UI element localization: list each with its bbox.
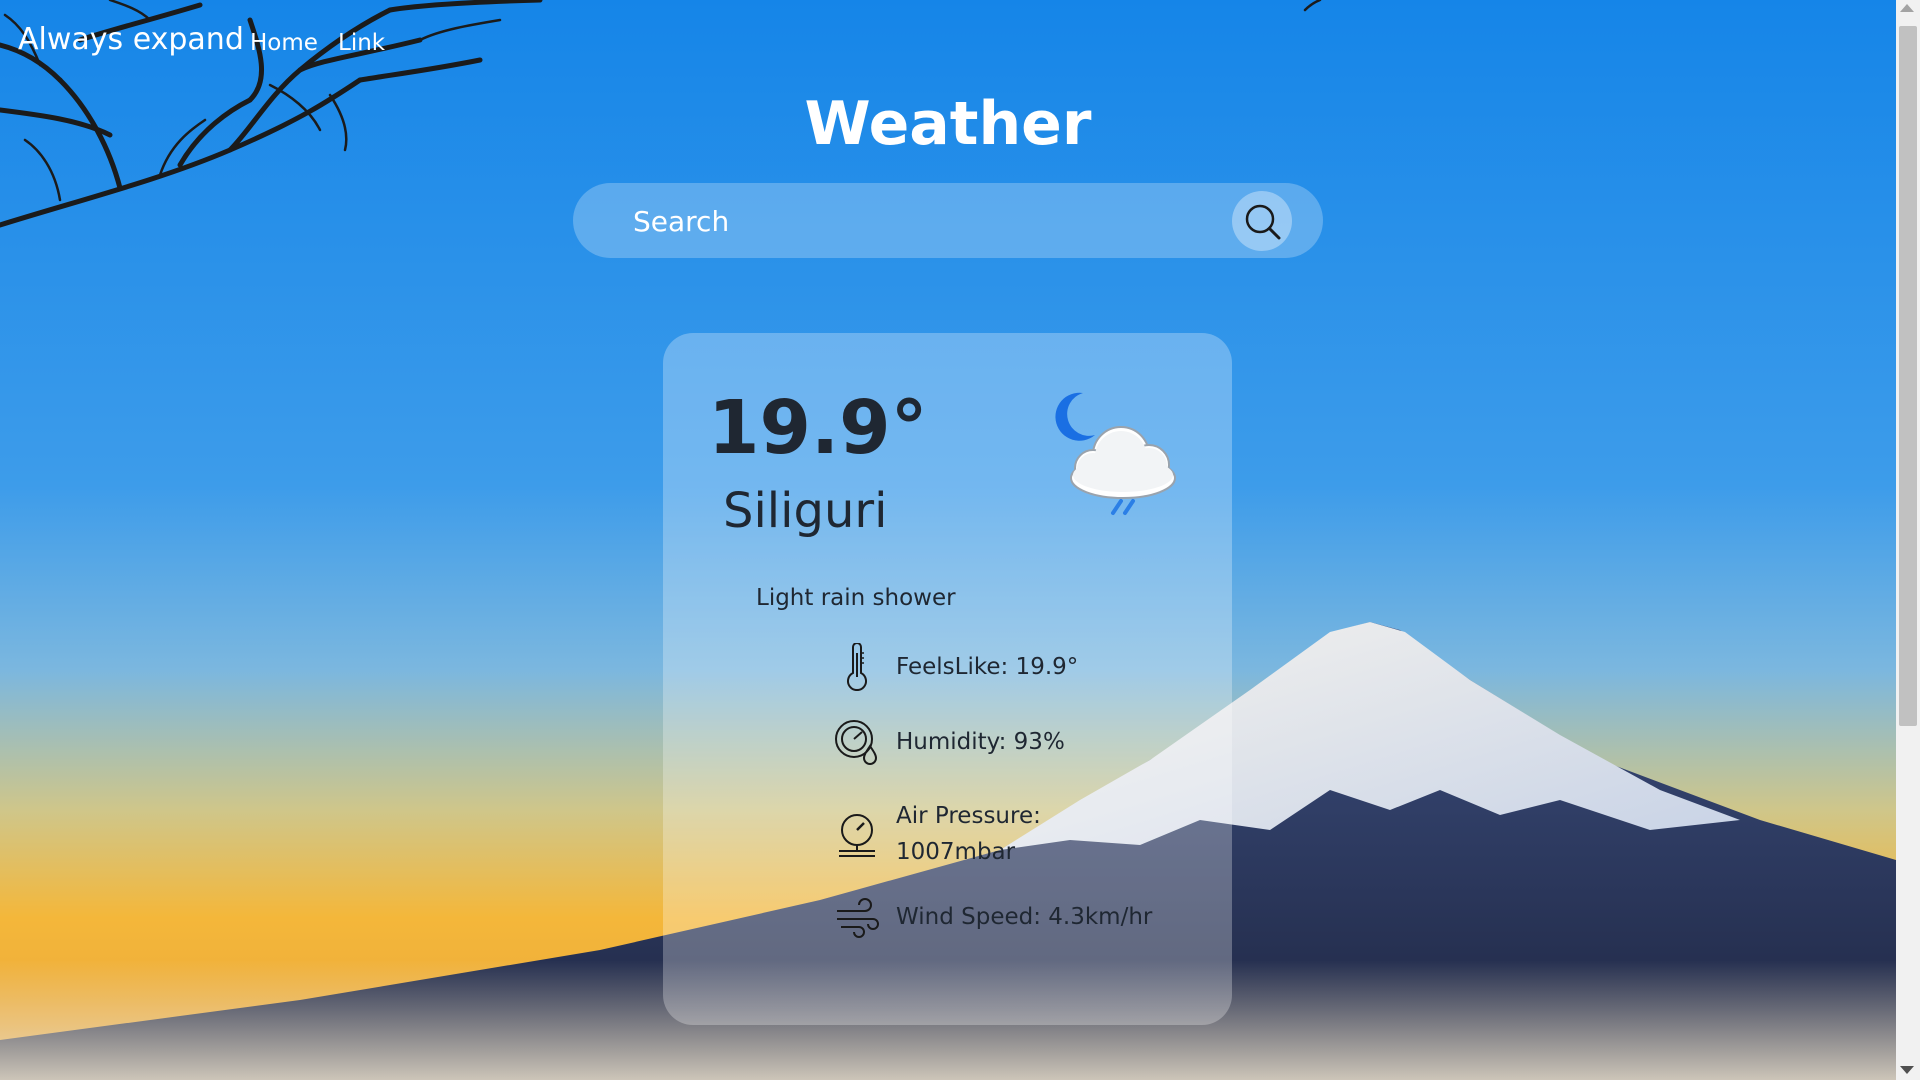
search-icon (1245, 204, 1281, 240)
feels-like-row: FeelsLike: 19.9° (833, 643, 1163, 691)
navbar-brand[interactable]: Always expand (18, 22, 244, 57)
humidity-row: Humidity: 93% (833, 718, 1163, 766)
scrollbar-thumb[interactable] (1899, 26, 1917, 726)
feels-like-text: FeelsLike: 19.9° (896, 654, 1079, 680)
search-bar (573, 183, 1323, 258)
nav-link-link[interactable]: Link (338, 30, 385, 56)
air-pressure-text: Air Pressure: 1007mbar (896, 803, 1041, 865)
vertical-scrollbar[interactable] (1896, 0, 1920, 1080)
scroll-up-arrow-icon[interactable] (1900, 4, 1914, 12)
nav-link-home[interactable]: Home (250, 30, 318, 56)
moon-cloud-rain-icon (1055, 392, 1176, 515)
temperature: 19.9° (708, 385, 928, 471)
humidity-text: Humidity: 93% (896, 729, 1065, 755)
weather-card: 19.9° Siliguri Light rain shower FeelsLi… (663, 333, 1232, 1025)
thermometer-icon (833, 643, 881, 691)
city-name: Siliguri (723, 483, 888, 539)
search-button[interactable] (1232, 191, 1292, 251)
humidity-icon (833, 718, 881, 766)
scroll-down-arrow-icon[interactable] (1900, 1066, 1914, 1074)
wind-icon (833, 893, 881, 941)
gauge-icon (833, 810, 881, 858)
wind-speed-row: Wind Speed: 4.3km/hr (833, 893, 1163, 941)
navbar: Always expand Home Link (0, 0, 1896, 88)
search-input[interactable] (631, 197, 1235, 245)
air-pressure-row: Air Pressure: 1007mbar (833, 798, 1163, 870)
page-title: Weather (804, 89, 1092, 159)
weather-condition: Light rain shower (756, 585, 956, 611)
wind-speed-text: Wind Speed: 4.3km/hr (896, 904, 1153, 930)
